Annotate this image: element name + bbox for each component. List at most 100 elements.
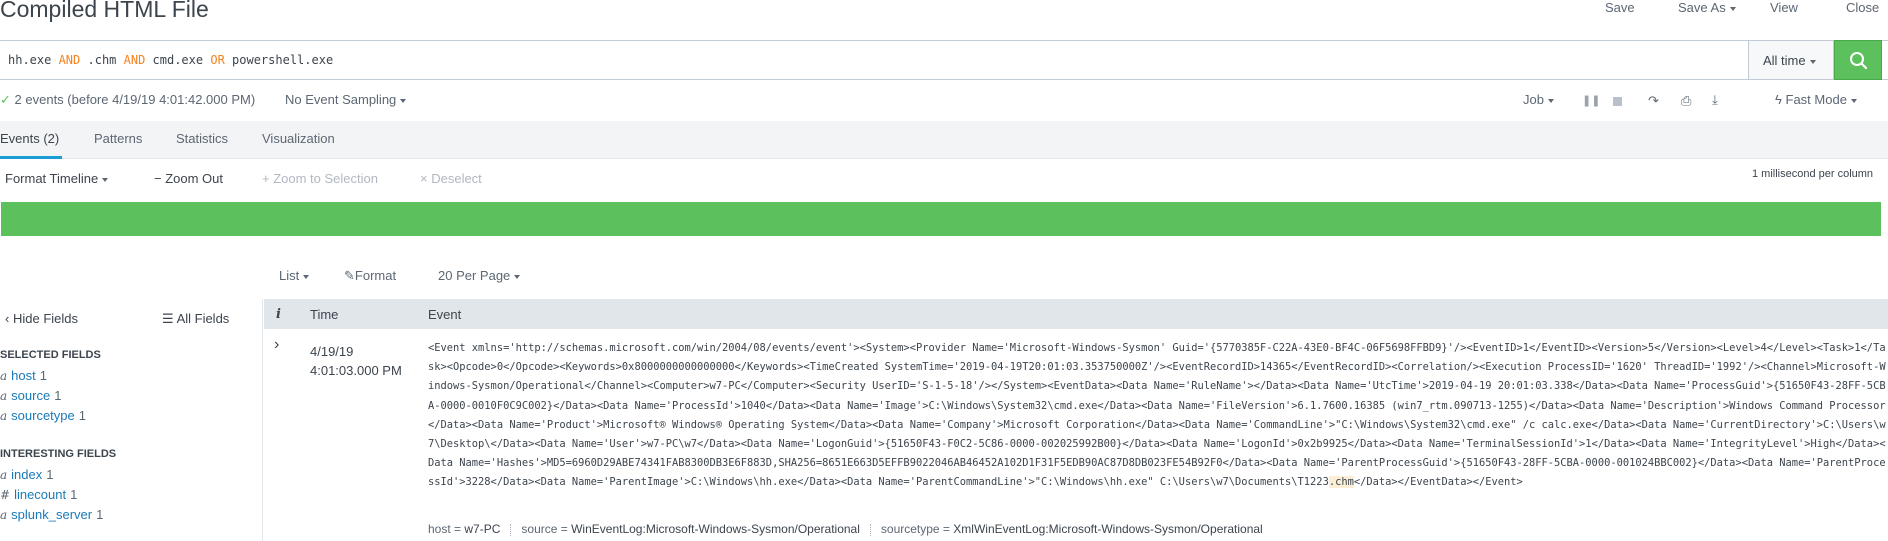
event-count-summary: 2 events (before 4/19/19 4:01:42.000 PM) — [14, 92, 256, 107]
field-name: linecount — [14, 487, 67, 502]
close-button[interactable]: Close — [1846, 0, 1879, 15]
chevron-left-icon: ‹ — [5, 311, 10, 326]
meta-key: sourcetype — [880, 522, 940, 536]
field-name: host — [11, 368, 36, 383]
format-timeline-menu[interactable]: Format Timeline — [5, 171, 109, 186]
results-tabs: Events (2) Patterns Statistics Visualiza… — [0, 121, 1888, 159]
search-status: ✓ 2 events (before 4/19/19 4:01:42.000 P… — [0, 92, 255, 108]
list-icon: ☰ — [162, 311, 174, 326]
search-mode-menu[interactable]: ϟ Fast Mode — [1775, 92, 1857, 107]
search-button[interactable] — [1834, 40, 1882, 80]
list-view-menu[interactable]: List — [279, 268, 310, 283]
x-icon: × — [420, 171, 428, 186]
field-item-index[interactable]: a index 1 — [0, 467, 53, 482]
field-item-host[interactable]: a host 1 — [0, 368, 47, 383]
zoom-out-button[interactable]: − Zoom Out — [154, 171, 223, 186]
search-input[interactable]: hh.exe AND .chm AND cmd.exe OR powershel… — [8, 53, 333, 67]
deselect-button[interactable]: × Deselect — [420, 171, 482, 186]
field-count: 1 — [70, 487, 78, 502]
stop-icon[interactable] — [1613, 97, 1622, 106]
sidebar-divider — [262, 299, 263, 541]
page-title: Compiled HTML File — [0, 0, 209, 22]
meta-key: host — [428, 522, 451, 536]
query-term: cmd.exe — [145, 53, 211, 67]
format-button[interactable]: ✎Format — [344, 268, 396, 284]
info-icon: i — [276, 307, 281, 322]
event-raw-text[interactable]: <Event xmlns='http://schemas.microsoft.c… — [428, 339, 1886, 493]
time-range-picker[interactable]: All time — [1748, 40, 1834, 80]
event-sampling-label: No Event Sampling — [285, 92, 397, 107]
query-operator: AND — [58, 53, 81, 67]
event-sampling-menu[interactable]: No Event Sampling — [285, 92, 407, 107]
tab-visualization[interactable]: Visualization — [262, 131, 335, 146]
job-label: Job — [1523, 92, 1544, 107]
chevron-down-icon — [514, 274, 521, 279]
field-type-icon: a — [0, 389, 8, 403]
field-count: 1 — [46, 467, 54, 482]
tab-patterns[interactable]: Patterns — [94, 131, 142, 146]
chevron-down-icon — [400, 98, 407, 103]
meta-host[interactable]: host = w7-PC — [428, 522, 500, 536]
view-button[interactable]: View — [1770, 0, 1798, 15]
query-operator: OR — [210, 53, 225, 67]
field-item-linecount[interactable]: # linecount 1 — [0, 487, 77, 502]
per-page-menu[interactable]: 20 Per Page — [438, 268, 521, 283]
save-as-menu[interactable]: Save As — [1678, 0, 1736, 15]
field-item-source[interactable]: a source 1 — [0, 388, 61, 403]
tab-statistics[interactable]: Statistics — [176, 131, 228, 146]
job-menu[interactable]: Job — [1523, 92, 1554, 107]
tab-events[interactable]: Events (2) — [0, 131, 59, 146]
all-fields-button[interactable]: ☰ All Fields — [162, 311, 229, 327]
timeline-histogram[interactable] — [1, 202, 1881, 236]
zoom-to-selection-button[interactable]: + Zoom to Selection — [262, 171, 378, 186]
search-mode-label: Fast Mode — [1785, 92, 1847, 107]
event-date: 4/19/19 — [310, 344, 354, 359]
chevron-down-icon — [1850, 98, 1857, 103]
field-item-sourcetype[interactable]: a sourcetype 1 — [0, 408, 86, 423]
field-type-icon: a — [0, 508, 8, 522]
raw-text-end: </Data></EventData></Event> — [1353, 476, 1523, 489]
lightning-icon: ϟ — [1775, 92, 1782, 107]
time-column-header[interactable]: Time — [310, 307, 338, 322]
time-range-label: All time — [1763, 53, 1806, 68]
minus-icon: − — [154, 171, 162, 186]
search-icon — [1850, 52, 1868, 70]
per-page-label: 20 Per Page — [438, 268, 511, 283]
save-button[interactable]: Save — [1605, 0, 1635, 15]
field-item-splunk-server[interactable]: a splunk_server 1 — [0, 507, 103, 522]
meta-value: XmlWinEventLog:Microsoft-Windows-Sysmon/… — [953, 522, 1263, 536]
save-as-label: Save As — [1678, 0, 1726, 15]
list-label: List — [279, 268, 300, 283]
meta-sourcetype[interactable]: sourcetype = XmlWinEventLog:Microsoft-Wi… — [881, 522, 1263, 536]
interesting-fields-heading: INTERESTING FIELDS — [0, 448, 117, 460]
chevron-down-icon — [1547, 98, 1554, 103]
chevron-down-icon — [102, 177, 109, 182]
format-label: Format — [354, 268, 397, 283]
chevron-down-icon — [1729, 6, 1736, 11]
field-type-icon: # — [0, 488, 11, 502]
all-fields-label: All Fields — [176, 311, 230, 326]
event-timestamp: 4/19/19 4:01:03.000 PM — [310, 342, 402, 380]
pause-icon[interactable]: ❚❚ — [1582, 94, 1600, 107]
field-type-icon: a — [0, 468, 8, 482]
hide-fields-button[interactable]: ‹ Hide Fields — [5, 311, 78, 326]
meta-divider — [510, 523, 512, 536]
meta-divider — [869, 523, 871, 536]
query-operator: AND — [123, 53, 146, 67]
chevron-down-icon — [303, 274, 310, 279]
export-icon[interactable]: ⤓ — [1712, 92, 1718, 108]
plus-icon: + — [262, 171, 270, 186]
expand-event-icon[interactable]: › — [274, 336, 279, 354]
share-icon[interactable]: ↷ — [1648, 93, 1659, 109]
query-term: hh.exe — [8, 53, 59, 67]
deselect-label: Deselect — [431, 171, 482, 186]
field-count: 1 — [78, 408, 86, 423]
event-column-header[interactable]: Event — [428, 307, 461, 322]
meta-source[interactable]: source = WinEventLog:Microsoft-Windows-S… — [521, 522, 860, 536]
print-icon[interactable]: ⎙ — [1681, 93, 1691, 109]
search-term-highlight: .chm — [1328, 476, 1354, 489]
hide-fields-label: Hide Fields — [12, 311, 78, 326]
field-count: 1 — [39, 368, 47, 383]
field-name: sourcetype — [11, 408, 75, 423]
event-time: 4:01:03.000 PM — [310, 363, 402, 378]
